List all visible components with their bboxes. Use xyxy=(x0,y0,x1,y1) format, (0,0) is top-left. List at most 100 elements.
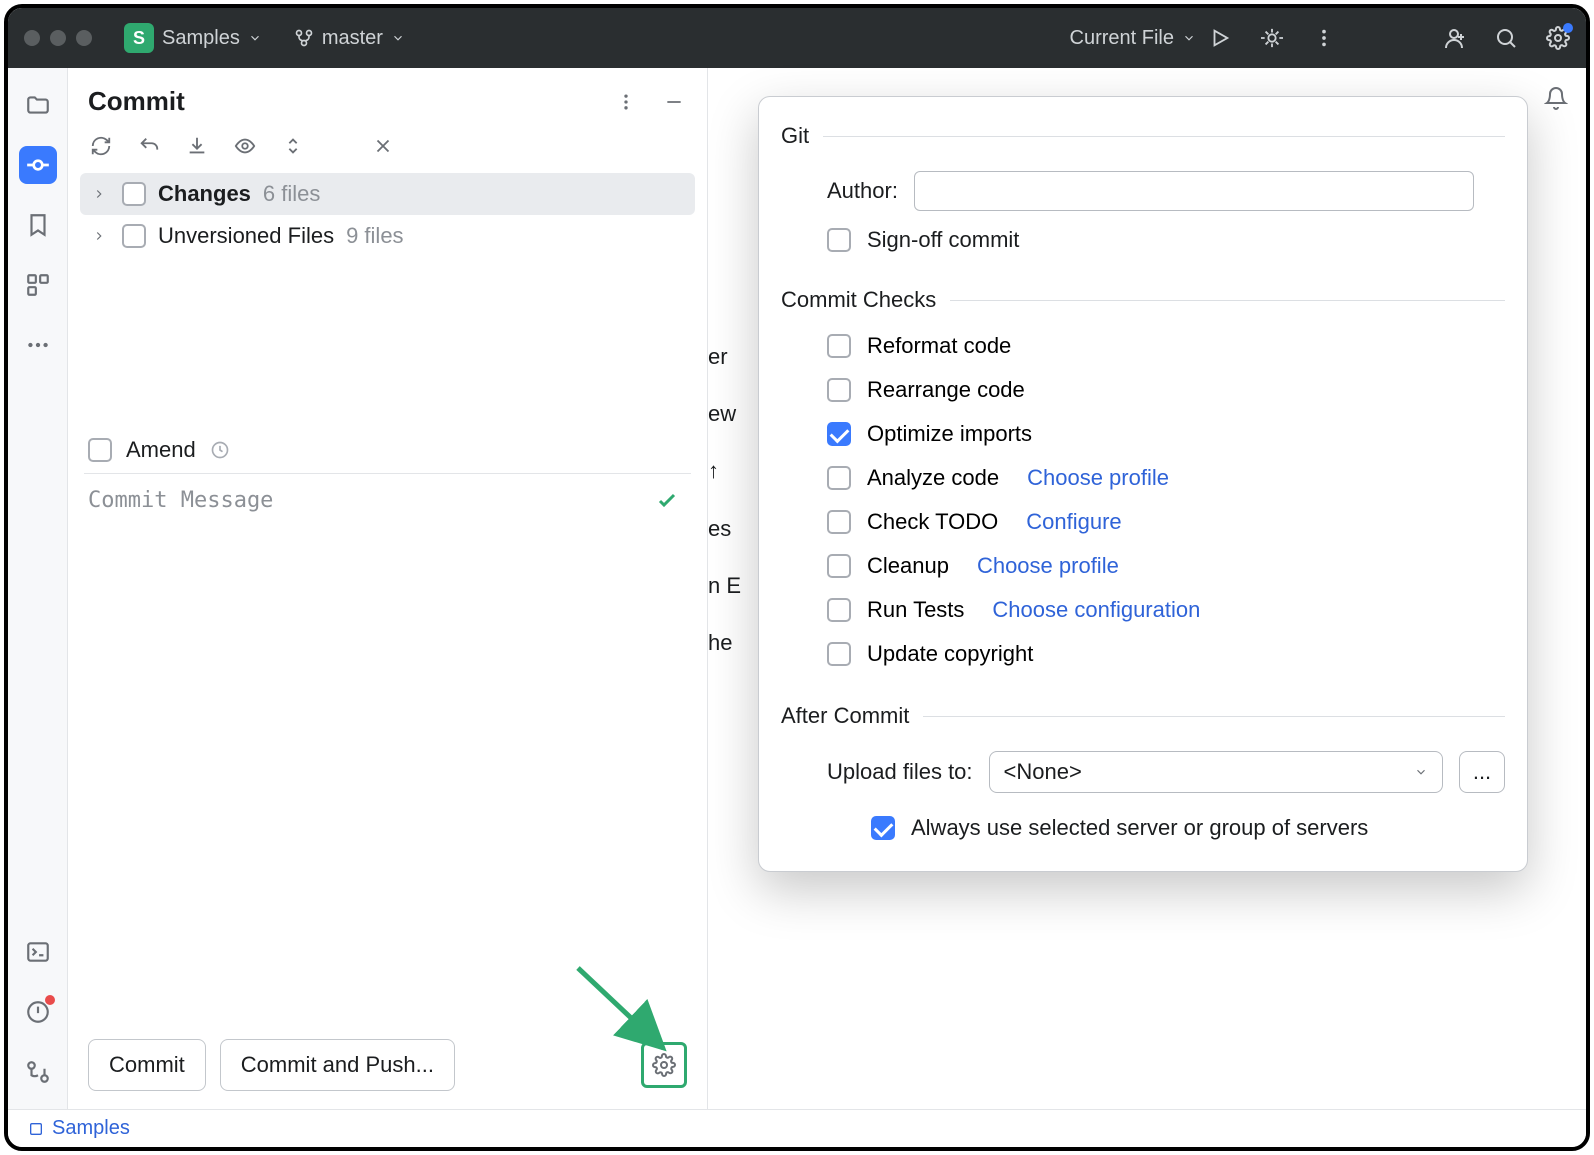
commit-and-push-button[interactable]: Commit and Push... xyxy=(220,1039,455,1091)
rearrange-checkbox[interactable] xyxy=(827,378,851,402)
changes-label: Changes xyxy=(158,181,251,207)
problems-tool-button[interactable] xyxy=(19,993,57,1031)
analyze-label: Analyze code xyxy=(867,465,999,491)
settings-icon[interactable] xyxy=(1546,26,1570,50)
chevron-right-icon[interactable] xyxy=(92,229,110,243)
cleanup-checkbox[interactable] xyxy=(827,554,851,578)
commit-panel: Commit Changes 6 xyxy=(68,68,708,1109)
notifications-icon[interactable] xyxy=(1544,86,1568,110)
run-button[interactable] xyxy=(1208,26,1232,50)
git-section-title: Git xyxy=(781,123,809,149)
commit-button[interactable]: Commit xyxy=(88,1039,206,1091)
left-tool-rail xyxy=(8,68,68,1109)
commit-checks-title: Commit Checks xyxy=(781,287,936,313)
module-icon xyxy=(28,1121,44,1137)
search-icon[interactable] xyxy=(1494,26,1518,50)
code-with-me-icon[interactable] xyxy=(1442,26,1466,50)
always-use-checkbox[interactable] xyxy=(871,816,895,840)
analyze-checkbox[interactable] xyxy=(827,466,851,490)
project-tool-button[interactable] xyxy=(19,86,57,124)
refresh-icon[interactable] xyxy=(88,133,114,159)
todo-label: Check TODO xyxy=(867,509,998,535)
amend-label: Amend xyxy=(126,437,196,463)
optimize-checkbox[interactable] xyxy=(827,422,851,446)
check-item-todo: Check TODO Configure xyxy=(827,509,1505,535)
after-commit-title: After Commit xyxy=(781,703,909,729)
debug-button[interactable] xyxy=(1260,26,1284,50)
run-config-selector[interactable]: Current File xyxy=(1070,27,1196,50)
branch-icon xyxy=(294,28,314,48)
titlebar: S Samples master Current File xyxy=(8,8,1586,68)
chevron-right-icon[interactable] xyxy=(92,187,110,201)
unversioned-node[interactable]: Unversioned Files 9 files xyxy=(80,215,695,257)
structure-tool-button[interactable] xyxy=(19,266,57,304)
close-window[interactable] xyxy=(24,30,40,46)
unversioned-checkbox[interactable] xyxy=(122,224,146,248)
right-tool-rail xyxy=(1526,68,1586,1109)
runtests-link[interactable]: Choose configuration xyxy=(992,597,1200,623)
upload-server-select[interactable]: <None> xyxy=(989,751,1443,793)
chevron-down-icon xyxy=(1182,31,1196,45)
check-item-optimize: Optimize imports xyxy=(827,421,1505,447)
check-item-reformat: Reformat code xyxy=(827,333,1505,359)
shelve-icon[interactable] xyxy=(184,133,210,159)
todo-link[interactable]: Configure xyxy=(1026,509,1121,535)
changes-count: 6 files xyxy=(263,181,320,207)
reformat-checkbox[interactable] xyxy=(827,334,851,358)
commit-checks-list: Reformat code Rearrange code Optimize impo… xyxy=(781,327,1505,677)
copyright-checkbox[interactable] xyxy=(827,642,851,666)
todo-checkbox[interactable] xyxy=(827,510,851,534)
rollback-icon[interactable] xyxy=(136,133,162,159)
unversioned-label: Unversioned Files xyxy=(158,223,334,249)
runtests-label: Run Tests xyxy=(867,597,964,623)
branch-selector[interactable]: master xyxy=(294,27,405,50)
rearrange-label: Rearrange code xyxy=(867,377,1025,403)
copyright-label: Update copyright xyxy=(867,641,1033,667)
editor-peek: er ew ↑ es n E he xyxy=(708,328,741,671)
maximize-window[interactable] xyxy=(76,30,92,46)
more-tools-button[interactable] xyxy=(19,326,57,364)
check-item-rearrange: Rearrange code xyxy=(827,377,1505,403)
history-icon[interactable] xyxy=(210,440,230,460)
commit-options-popup: Git Author: Sign-off commit Commit Check… xyxy=(758,96,1528,872)
project-badge: S xyxy=(124,23,154,53)
always-use-label: Always use selected server or group of s… xyxy=(911,815,1368,841)
bookmarks-tool-button[interactable] xyxy=(19,206,57,244)
terminal-tool-button[interactable] xyxy=(19,933,57,971)
chevron-down-icon xyxy=(248,31,262,45)
module-name[interactable]: Samples xyxy=(52,1117,130,1140)
git-tool-button[interactable] xyxy=(19,1053,57,1091)
commit-message-box[interactable]: Commit Message xyxy=(84,473,691,527)
up-arrow-icon: ↑ xyxy=(708,442,719,499)
amend-checkbox[interactable] xyxy=(88,438,112,462)
analyze-link[interactable]: Choose profile xyxy=(1027,465,1169,491)
cleanup-link[interactable]: Choose profile xyxy=(977,553,1119,579)
signoff-checkbox[interactable] xyxy=(827,228,851,252)
runtests-checkbox[interactable] xyxy=(827,598,851,622)
project-name: Samples xyxy=(162,27,240,50)
panel-minimize-icon[interactable] xyxy=(661,89,687,115)
upload-more-button[interactable]: ... xyxy=(1459,751,1505,793)
window-controls[interactable] xyxy=(24,30,92,46)
show-diff-icon[interactable] xyxy=(232,133,258,159)
commit-toolbar xyxy=(68,127,707,173)
changelists-icon[interactable] xyxy=(280,133,306,159)
project-selector[interactable]: S Samples xyxy=(124,23,262,53)
amend-row: Amend xyxy=(68,437,707,463)
changes-checkbox[interactable] xyxy=(122,182,146,206)
commit-options-gear[interactable] xyxy=(641,1042,687,1088)
check-item-analyze: Analyze code Choose profile xyxy=(827,465,1505,491)
minimize-window[interactable] xyxy=(50,30,66,46)
changes-node[interactable]: Changes 6 files xyxy=(80,173,695,215)
upload-label: Upload files to: xyxy=(827,759,973,785)
panel-options-icon[interactable] xyxy=(613,89,639,115)
more-actions-icon[interactable] xyxy=(1312,26,1336,50)
author-input[interactable] xyxy=(914,171,1474,211)
cleanup-label: Cleanup xyxy=(867,553,949,579)
commit-tool-button[interactable] xyxy=(19,146,57,184)
run-config-label: Current File xyxy=(1070,27,1174,50)
group-by-icon[interactable] xyxy=(370,133,396,159)
check-item-cleanup: Cleanup Choose profile xyxy=(827,553,1505,579)
optimize-label: Optimize imports xyxy=(867,421,1032,447)
chevron-down-icon xyxy=(1414,765,1428,779)
